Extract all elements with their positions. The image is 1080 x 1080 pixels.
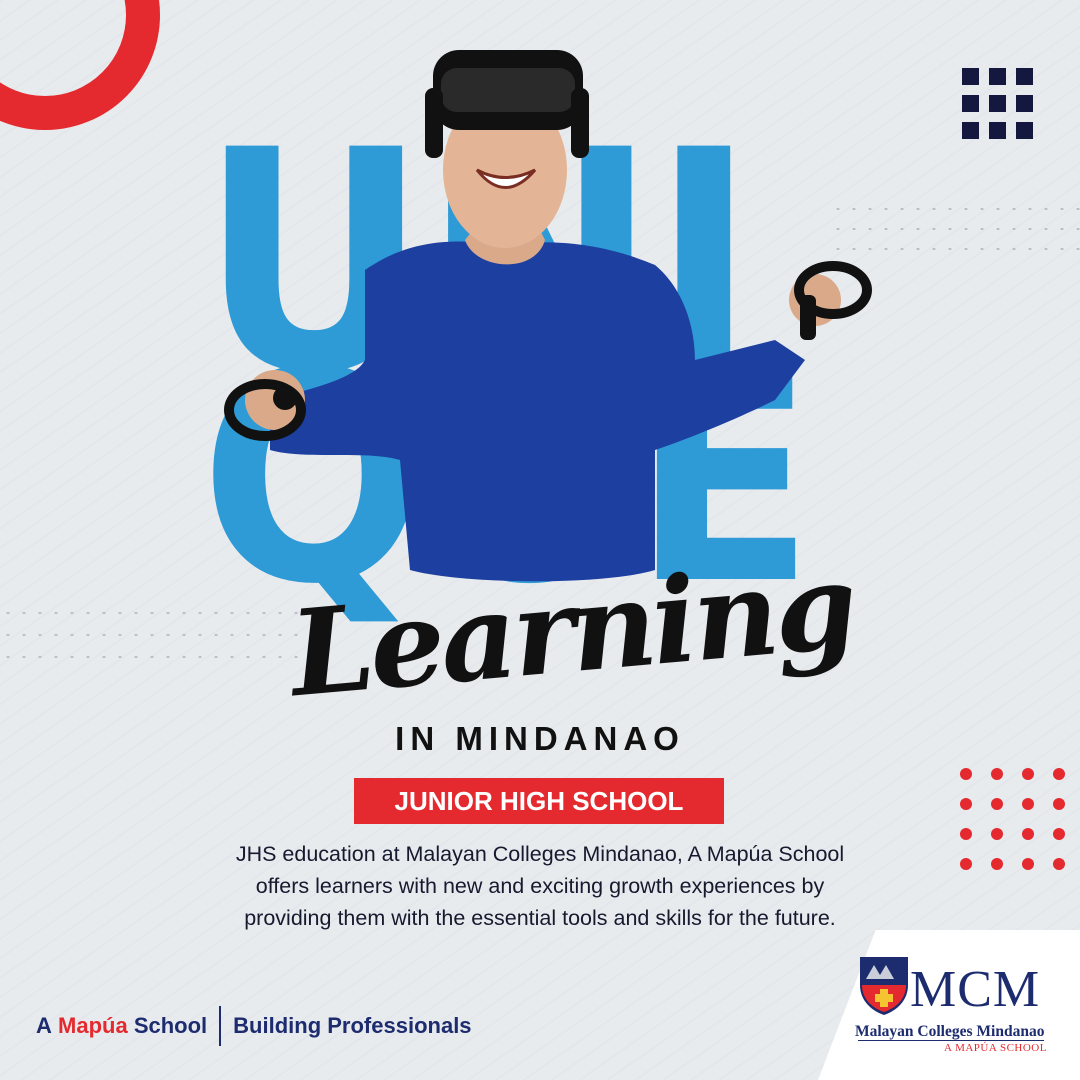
navy-square-grid-decoration	[962, 68, 1033, 139]
red-dot-grid-decoration	[960, 768, 1065, 870]
level-badge: JUNIOR HIGH SCHOOL	[354, 778, 724, 824]
footer-prefix: A	[36, 1013, 52, 1038]
logo-school-name: Malayan Colleges Mindanao	[855, 1023, 1045, 1040]
footer-suffix: School	[133, 1013, 208, 1038]
footer-divider	[219, 1006, 222, 1046]
red-ring-decoration	[0, 0, 160, 130]
logo-divider	[858, 1040, 1044, 1041]
poster: UNI QUE Learning IN MINDANAO JUNIOR HIGH…	[0, 0, 1080, 1080]
description-text: JHS education at Malayan Colleges Mindan…	[235, 842, 845, 930]
footer-slogan: Building Professionals	[233, 1013, 472, 1038]
logo-acronym: MCM	[910, 961, 1041, 1018]
footer-brand: Mapúa	[58, 1013, 128, 1038]
student-vr-photo	[224, 50, 872, 582]
dotted-line-decoration	[0, 656, 300, 658]
logo-subtitle: A MAPÚA SCHOOL	[944, 1042, 1047, 1054]
mcm-shield-icon	[860, 957, 908, 1015]
footer-tagline: A Mapúa School Building Professionals	[36, 1006, 472, 1046]
subheading-in-mindanao: IN MINDANAO	[395, 720, 685, 757]
